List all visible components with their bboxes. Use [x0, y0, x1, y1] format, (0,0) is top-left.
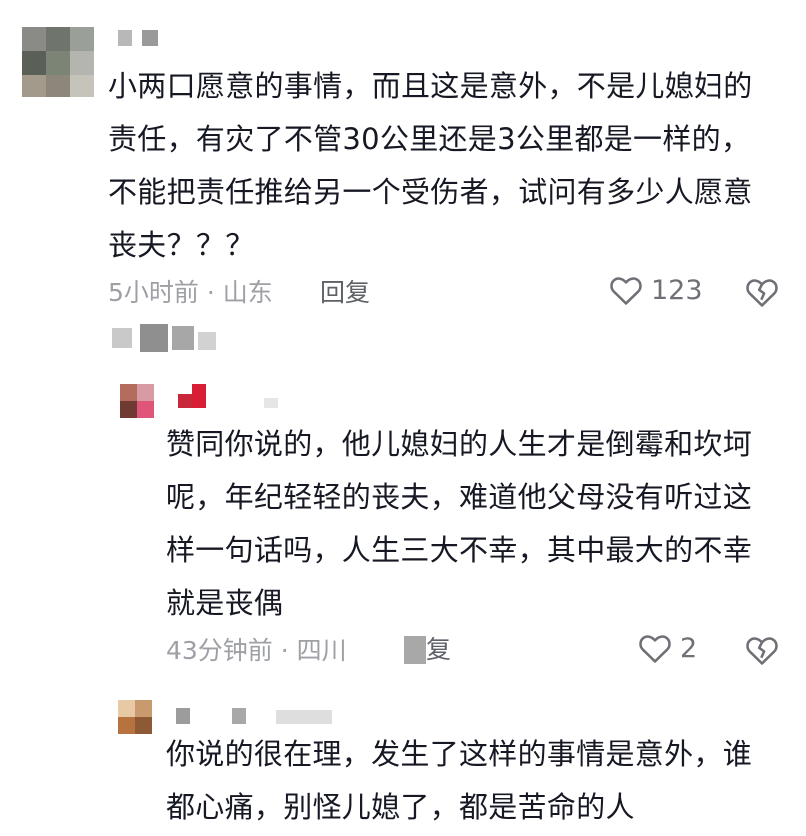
location: 山东	[222, 278, 273, 307]
reply-label: 复	[426, 635, 452, 664]
location: 四川	[296, 636, 347, 665]
reply-button[interactable]: 回复	[320, 278, 370, 308]
heart-outline-icon	[639, 635, 671, 663]
expand-replies-redacted[interactable]	[112, 324, 222, 352]
reply-comment-2: 你说的很在理，发生了这样的事情是意外，谁都心痛，别怪儿媳了，都是苦命的人	[0, 690, 806, 836]
comment-meta: 43分钟前 · 四川	[166, 636, 347, 665]
username-redacted[interactable]	[118, 30, 178, 48]
comment-text: 你说的很在理，发生了这样的事情是意外，谁都心痛，别怪儿媳了，都是苦命的人	[166, 737, 753, 824]
comment-text: 小两口愿意的事情，而且这是意外，不是儿媳妇的责任，有灾了不管30公里还是3公里都…	[108, 69, 753, 262]
like-count: 123	[651, 274, 703, 306]
reply-comment-1: 赞同你说的，他儿媳妇的人生才是倒霉和坎坷呢，年纪轻轻的丧夫，难道他父母没有听过这…	[0, 370, 806, 680]
comment-meta: 5小时前 · 山东	[108, 278, 273, 307]
like-count: 2	[680, 632, 698, 664]
username-redacted[interactable]	[178, 384, 288, 410]
like-button[interactable]: 2	[638, 632, 697, 664]
broken-heart-icon	[746, 637, 778, 665]
dislike-button[interactable]	[745, 634, 779, 666]
comment-text: 赞同你说的，他儿媳妇的人生才是倒霉和坎坷呢，年纪轻轻的丧夫，难道他父母没有听过这…	[166, 427, 753, 620]
comment-1: 小两口愿意的事情，而且这是意外，不是儿媳妇的责任，有灾了不管30公里还是3公里都…	[0, 0, 806, 330]
avatar[interactable]	[22, 27, 94, 97]
reply-button[interactable]: 复	[404, 634, 451, 666]
broken-heart-icon	[746, 279, 778, 307]
like-button[interactable]: 123	[609, 274, 703, 306]
avatar[interactable]	[120, 384, 154, 418]
heart-outline-icon	[610, 277, 642, 305]
dislike-button[interactable]	[745, 276, 779, 308]
timestamp: 5小时前	[108, 278, 199, 307]
avatar[interactable]	[118, 700, 152, 734]
username-redacted[interactable]	[176, 704, 346, 726]
timestamp: 43分钟前	[166, 636, 273, 665]
